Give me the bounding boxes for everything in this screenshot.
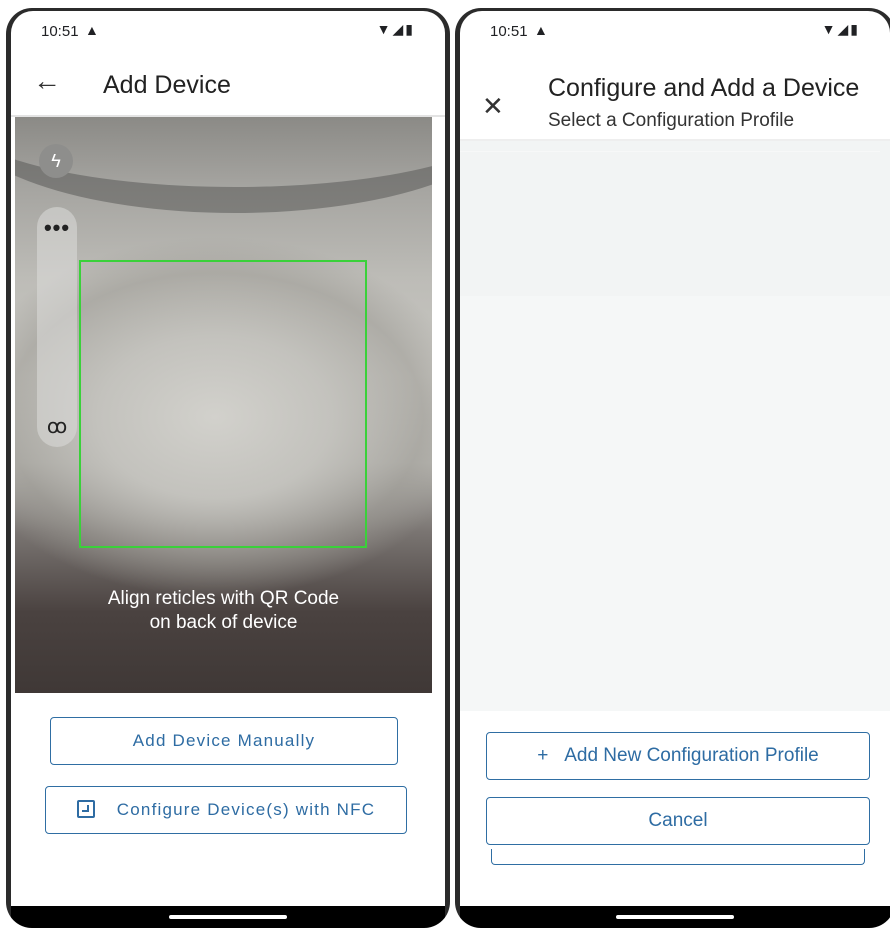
dialog-title: Configure and Add a Device [548, 74, 860, 102]
plus-icon: + [537, 745, 549, 766]
home-gesture-handle[interactable] [169, 915, 287, 919]
more-horizontal-icon[interactable]: ••• [37, 215, 77, 241]
profile-list-panel [460, 141, 890, 296]
tracking-off-icon[interactable]: ꝏ [37, 414, 77, 439]
scan-hint: Align reticles with QR Code on back of d… [15, 587, 432, 635]
phone-frame-right: 10:51 ▲ ▼◢▮ ✕ Configure and Add a Device… [455, 8, 890, 928]
navigation-bar [460, 906, 890, 928]
page-title: Add Device [103, 71, 231, 99]
arrow-left-icon[interactable]: ← [33, 65, 61, 97]
add-device-manually-button[interactable]: Add Device Manually [50, 717, 398, 765]
divider [460, 151, 880, 152]
wifi-icon: ▼ [821, 21, 838, 37]
configure-nfc-button[interactable]: Configure Device(s) with NFC [45, 786, 407, 834]
scan-hint-line-2: on back of device [149, 612, 298, 633]
dialog-header: ✕ Configure and Add a Device Select a Co… [460, 49, 890, 141]
scan-hint-line-1: Align reticles with QR Code [107, 588, 340, 609]
status-time: 10:51 [490, 23, 528, 40]
navigation-bar [11, 906, 445, 928]
battery-icon: ▮ [405, 21, 415, 37]
status-bar: 10:51 ▲ ▼◢▮ [11, 11, 445, 49]
status-time: 10:51 [41, 23, 79, 40]
configure-device-screen: 10:51 ▲ ▼◢▮ ✕ Configure and Add a Device… [460, 11, 890, 928]
add-device-screen: 10:51 ▲ ▼◢▮ ← Add Device ϟ ••• ꝏ Align r… [11, 11, 445, 928]
app-bar: ← Add Device [11, 49, 445, 117]
battery-icon: ▮ [850, 21, 860, 37]
warning-triangle-icon: ▲ [85, 22, 99, 38]
camera-controls: ••• ꝏ [37, 207, 77, 447]
close-icon[interactable]: ✕ [482, 91, 504, 122]
nfc-icon [76, 799, 95, 818]
dialog-subtitle: Select a Configuration Profile [548, 110, 795, 131]
cancel-button[interactable]: Cancel [486, 797, 870, 845]
partially-hidden-button [491, 849, 865, 865]
add-profile-label: Add New Configuration Profile [564, 745, 819, 766]
flash-icon[interactable]: ϟ [39, 144, 73, 178]
wifi-icon: ▼ [376, 21, 393, 37]
phone-frame-left: 10:51 ▲ ▼◢▮ ← Add Device ϟ ••• ꝏ Align r… [6, 8, 450, 928]
camera-viewfinder[interactable]: ϟ ••• ꝏ Align reticles with QR Code on b… [15, 117, 432, 693]
camera-background-shape [15, 117, 432, 213]
status-bar: 10:51 ▲ ▼◢▮ [460, 11, 890, 49]
warning-triangle-icon: ▲ [534, 22, 548, 38]
signal-icon: ◢ [837, 21, 851, 37]
status-icons: ▼◢▮ [377, 21, 415, 38]
status-icons: ▼◢▮ [822, 21, 860, 38]
profile-list-area [460, 141, 890, 711]
home-gesture-handle[interactable] [616, 915, 734, 919]
add-configuration-profile-button[interactable]: + Add New Configuration Profile [486, 732, 870, 780]
signal-icon: ◢ [392, 21, 406, 37]
configure-nfc-label: Configure Device(s) with NFC [116, 800, 376, 819]
qr-reticle [79, 260, 367, 548]
